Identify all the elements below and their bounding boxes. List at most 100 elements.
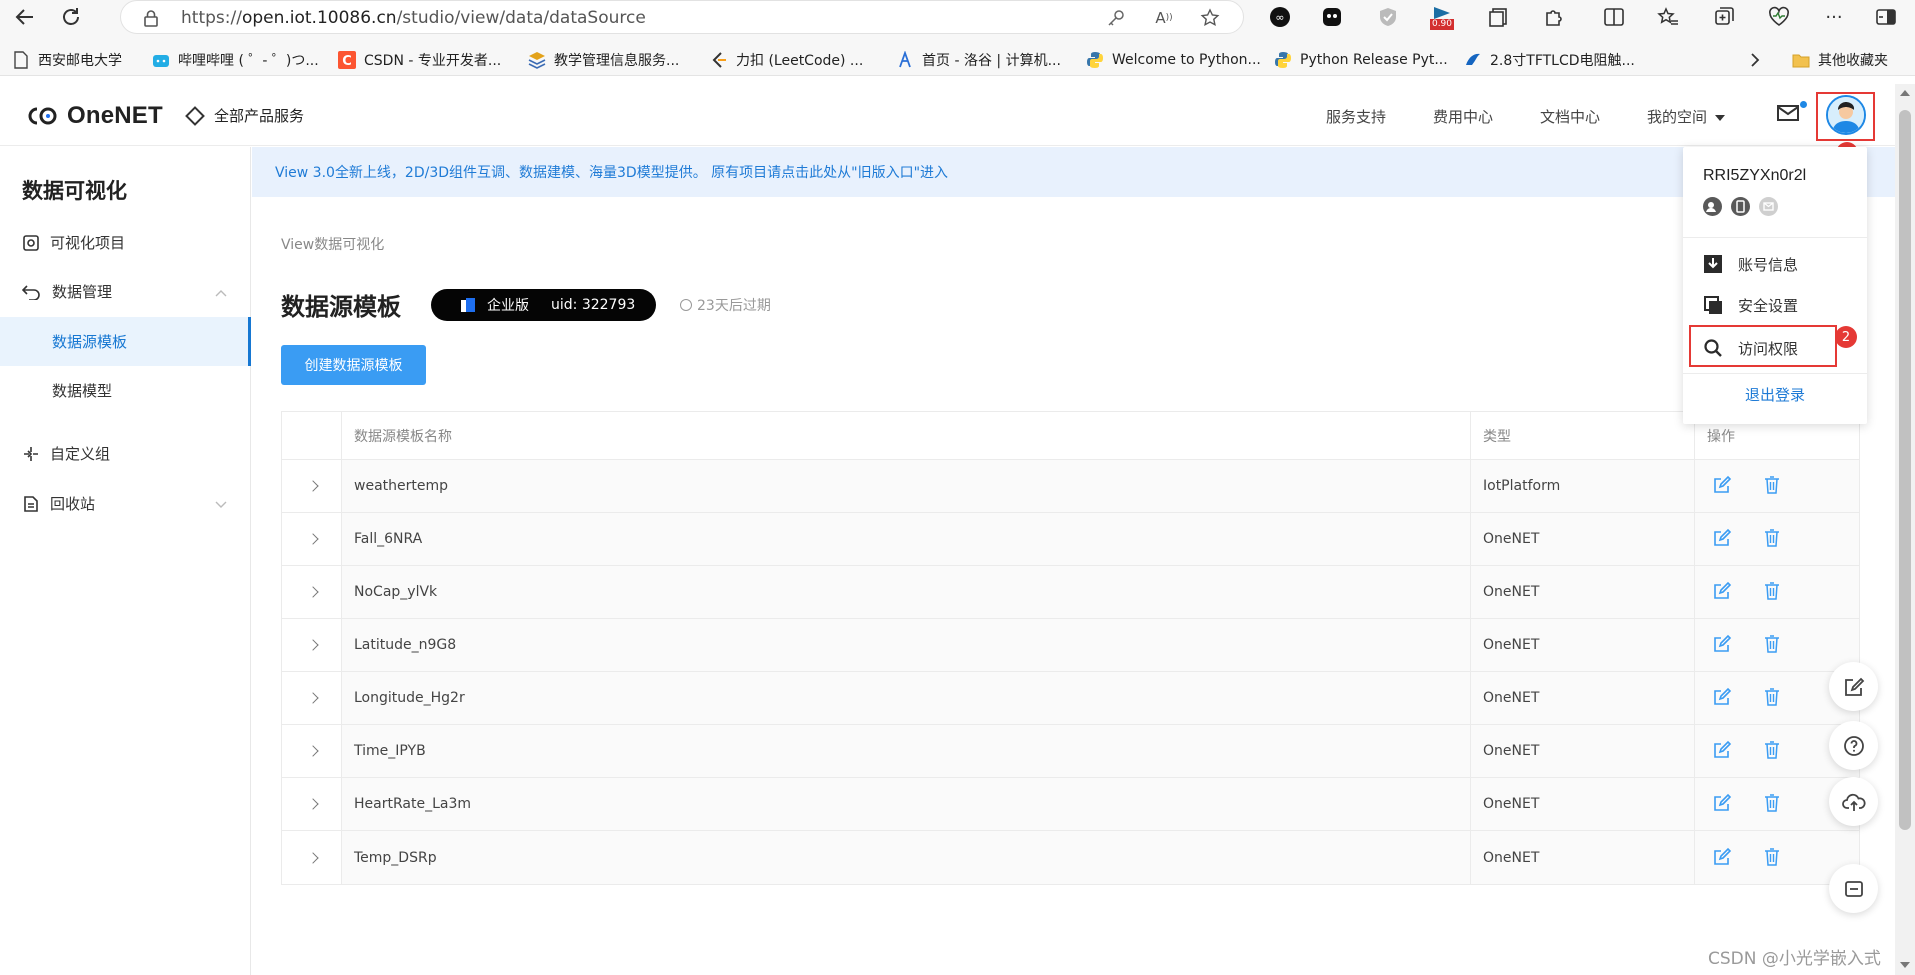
- reload-button[interactable]: [56, 2, 86, 32]
- sidebar-item-custom-group[interactable]: 自定义组: [0, 429, 251, 478]
- split-screen-icon[interactable]: [1600, 3, 1628, 31]
- feedback-button[interactable]: [1829, 662, 1878, 711]
- extension-infinity-icon[interactable]: ∞: [1266, 3, 1294, 31]
- delete-icon[interactable]: [1762, 528, 1784, 550]
- name-cell: NoCap_ylVk: [342, 566, 1471, 618]
- delete-icon[interactable]: [1762, 793, 1784, 815]
- sidebar-item-visual-projects[interactable]: 可视化项目: [0, 218, 251, 267]
- sidebar-item-recycle-bin[interactable]: 回收站: [0, 479, 251, 528]
- sidebar-item-label: 可视化项目: [50, 234, 126, 252]
- edit-icon[interactable]: [1712, 847, 1734, 869]
- expand-row-icon[interactable]: [307, 692, 319, 704]
- template-name: Fall_6NRA: [354, 531, 423, 547]
- breadcrumb[interactable]: View数据可视化: [281, 234, 384, 254]
- collections-icon[interactable]: [1485, 3, 1513, 31]
- address-bar[interactable]: https://open.iot.10086.cn/studio/view/da…: [120, 0, 1244, 34]
- scroll-up-arrow[interactable]: [1900, 90, 1910, 96]
- extension-badge-icon[interactable]: 0.90: [1428, 3, 1456, 31]
- bookmark-item[interactable]: 西安邮电大学: [12, 50, 122, 70]
- dropdown-item-security-settings[interactable]: 安全设置: [1683, 285, 1867, 325]
- other-favorites[interactable]: 其他收藏夹: [1792, 50, 1888, 70]
- extension-face-icon[interactable]: [1318, 3, 1346, 31]
- verified-user-icon[interactable]: [1703, 197, 1722, 216]
- return-arrow-icon: [22, 283, 40, 301]
- help-button[interactable]: [1829, 721, 1878, 770]
- scrollbar-thumb[interactable]: [1899, 110, 1911, 830]
- phone-verified-icon[interactable]: [1731, 197, 1750, 216]
- delete-icon[interactable]: [1762, 581, 1784, 603]
- bookmark-item[interactable]: Python Release Pyt...: [1274, 50, 1448, 70]
- service-support-link[interactable]: 服务支持: [1326, 106, 1386, 127]
- delete-icon[interactable]: [1762, 847, 1784, 869]
- collapse-panel-button[interactable]: [1829, 864, 1878, 913]
- more-menu-icon[interactable]: ···: [1820, 3, 1848, 31]
- delete-icon[interactable]: [1762, 634, 1784, 656]
- read-aloud-icon[interactable]: A)): [1153, 7, 1175, 29]
- bookmark-item[interactable]: 2.8寸TFTLCD电阻触...: [1464, 50, 1635, 70]
- favorite-star-icon[interactable]: [1199, 7, 1221, 29]
- back-button[interactable]: [10, 2, 40, 32]
- bookmark-item[interactable]: C CSDN - 专业开发者...: [338, 50, 501, 70]
- scroll-down-arrow[interactable]: [1900, 962, 1910, 968]
- docs-center-link[interactable]: 文档中心: [1540, 106, 1600, 127]
- edit-icon[interactable]: [1712, 793, 1734, 815]
- my-space-menu[interactable]: 我的空间: [1647, 106, 1726, 127]
- avatar-highlight-box: [1816, 92, 1875, 141]
- key-icon[interactable]: [1105, 7, 1127, 29]
- bookmark-item[interactable]: Welcome to Python...: [1086, 50, 1261, 70]
- account-badges: [1703, 197, 1778, 216]
- cloud-service-button[interactable]: [1829, 777, 1878, 826]
- edit-icon[interactable]: [1712, 528, 1734, 550]
- extension-badge-count: 0.90: [1429, 18, 1455, 30]
- template-type: OneNET: [1483, 584, 1540, 600]
- url-text[interactable]: https://open.iot.10086.cn/studio/view/da…: [181, 8, 646, 28]
- bookmark-item[interactable]: 力扣 (LeetCode) ...: [710, 50, 863, 70]
- help-icon: [1843, 735, 1864, 756]
- dropdown-item-account-info[interactable]: 账号信息: [1683, 244, 1867, 284]
- dropdown-divider: [1683, 373, 1867, 374]
- edit-icon[interactable]: [1712, 475, 1734, 497]
- csdn-watermark: CSDN @小光学嵌入式: [1708, 949, 1881, 969]
- expand-row-icon[interactable]: [307, 798, 319, 810]
- sidebar-item-datasource-template[interactable]: 数据源模板: [0, 317, 251, 366]
- sidebar-item-data-management[interactable]: 数据管理: [0, 267, 251, 316]
- bookmarks-overflow-chevron[interactable]: [1750, 50, 1760, 70]
- edit-icon[interactable]: [1712, 634, 1734, 656]
- extensions-puzzle-icon[interactable]: [1540, 3, 1568, 31]
- mail-icon[interactable]: [1777, 104, 1799, 126]
- logout-link[interactable]: 退出登录: [1683, 384, 1867, 405]
- account-info-icon: [1703, 254, 1723, 274]
- sidebar-item-label: 自定义组: [50, 445, 111, 463]
- expand-row-icon[interactable]: [307, 745, 319, 757]
- python-icon: [1086, 51, 1104, 69]
- delete-icon[interactable]: [1762, 740, 1784, 762]
- delete-icon[interactable]: [1762, 687, 1784, 709]
- add-tab-collection-icon[interactable]: [1710, 3, 1738, 31]
- expand-row-icon[interactable]: [307, 851, 319, 864]
- bookmark-item[interactable]: 首页 - 洛谷 | 计算机...: [896, 50, 1061, 70]
- chevron-down-icon: [215, 495, 227, 513]
- delete-icon[interactable]: [1762, 475, 1784, 497]
- expand-row-icon[interactable]: [307, 639, 319, 651]
- sidebar-item-data-model[interactable]: 数据模型: [0, 366, 251, 415]
- favorites-bar-icon[interactable]: [1654, 3, 1682, 31]
- edit-icon[interactable]: [1712, 687, 1734, 709]
- bookmark-item[interactable]: 哔哩哔哩 ( ゜- ゜)つ...: [152, 50, 319, 70]
- sidebar-toggle-icon[interactable]: [1872, 3, 1900, 31]
- create-datasource-template-button[interactable]: 创建数据源模板: [281, 345, 426, 385]
- bookmark-item[interactable]: 教学管理信息服务...: [528, 50, 679, 70]
- onenet-logo[interactable]: OneNET: [25, 102, 163, 130]
- expand-row-icon[interactable]: [307, 480, 319, 492]
- browser-health-icon[interactable]: [1765, 3, 1793, 31]
- all-products-menu[interactable]: 全部产品服务: [185, 105, 304, 126]
- edit-icon[interactable]: [1712, 740, 1734, 762]
- expand-row-icon[interactable]: [307, 586, 319, 598]
- announcement-text[interactable]: View 3.0全新上线，2D/3D组件互调、数据建模、海量3D模型提供。 原有…: [275, 162, 948, 182]
- email-unverified-icon[interactable]: [1759, 197, 1778, 216]
- edit-icon[interactable]: [1712, 581, 1734, 603]
- expand-row-icon[interactable]: [307, 533, 319, 545]
- sidebar-item-label: 回收站: [50, 495, 96, 513]
- announcement-bar[interactable]: View 3.0全新上线，2D/3D组件互调、数据建模、海量3D模型提供。 原有…: [252, 147, 1895, 197]
- extension-shield-icon[interactable]: [1374, 3, 1402, 31]
- billing-center-link[interactable]: 费用中心: [1433, 106, 1493, 127]
